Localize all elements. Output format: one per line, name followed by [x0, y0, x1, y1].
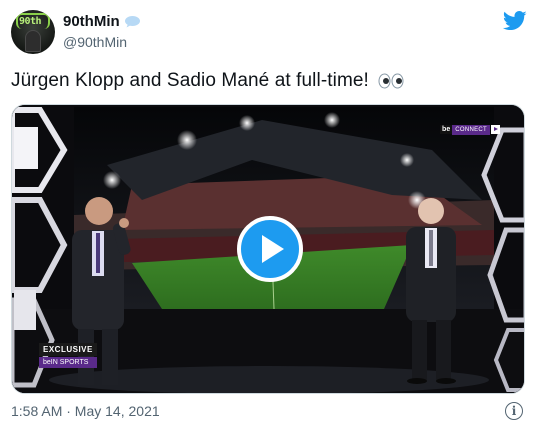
tweet-text-content: Jürgen Klopp and Sadio Mané at full-time…	[11, 70, 369, 91]
speech-bubble-icon	[124, 16, 140, 28]
bein-play-icon	[491, 125, 500, 134]
display-name[interactable]: 90thMin	[63, 13, 120, 30]
bein-connect-logo: be CONNECT	[440, 124, 500, 135]
twitter-bird-icon[interactable]	[503, 11, 527, 31]
tweet-card: 90th 90thMin @90thMin Jürgen Klopp and S…	[0, 0, 539, 427]
tweet-timestamp[interactable]: 1:58 AM · May 14, 2021	[11, 403, 160, 419]
avatar-figure	[25, 30, 41, 52]
user-handle[interactable]: @90thMin	[63, 34, 127, 50]
tweet-text: Jürgen Klopp and Sadio Mané at full-time…	[11, 70, 404, 92]
author-name-row: 90thMin	[63, 13, 141, 30]
info-icon[interactable]: i	[505, 402, 523, 420]
exclusive-label: EXCLUSIVE	[39, 343, 97, 356]
play-button[interactable]	[237, 216, 303, 282]
bein-sports-label: beIN SPORTS	[39, 357, 97, 368]
bein-logo-brand: be	[440, 125, 453, 134]
video-media[interactable]: be CONNECT EXCLUSIVE beIN SPORTS	[11, 104, 525, 394]
play-icon	[261, 235, 284, 263]
avatar-text: 90th	[19, 16, 42, 27]
bein-logo-channel: CONNECT	[452, 124, 490, 135]
eyes-emoji-icon	[378, 73, 404, 89]
exclusive-badge: EXCLUSIVE beIN SPORTS	[39, 343, 97, 368]
avatar[interactable]: 90th	[11, 10, 55, 54]
